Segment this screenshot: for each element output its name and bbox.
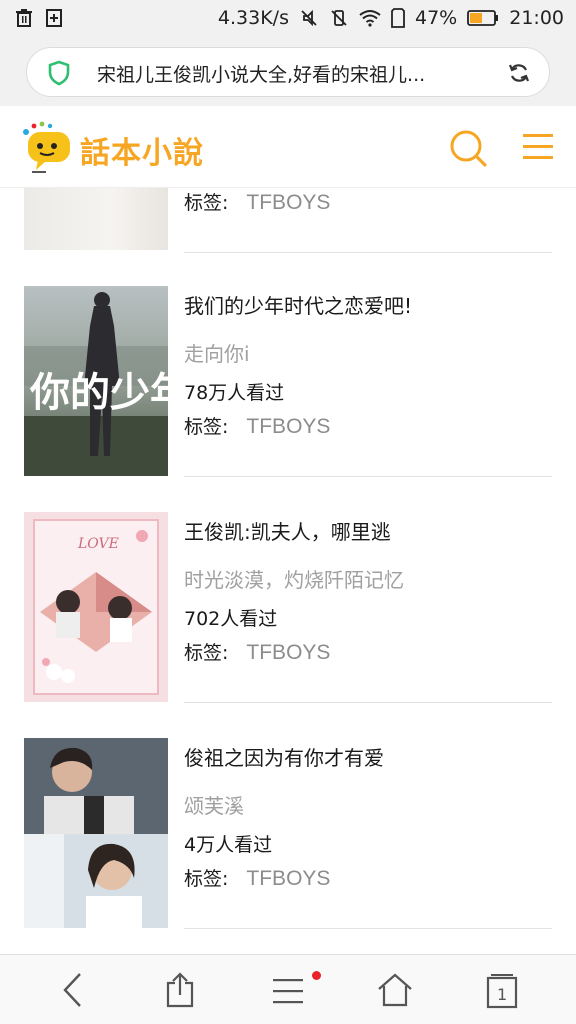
url-text[interactable]: 宋祖儿王俊凯小说大全,好看的宋祖儿... <box>97 60 497 87</box>
search-icon[interactable] <box>448 128 488 172</box>
novel-title[interactable]: 俊祖之因为有你才有爱 <box>184 742 384 771</box>
logo-text: 話本小說 <box>80 136 204 171</box>
clock: 21:00 <box>509 7 564 29</box>
tag-value[interactable]: TFBOYS <box>246 415 330 438</box>
reload-icon[interactable] <box>507 61 531 89</box>
trash-icon <box>14 8 34 28</box>
tag-row: 标签: TFBOYS <box>184 412 330 439</box>
site-header: 話本小說 <box>0 106 576 188</box>
view-count: 78万人看过 <box>184 382 285 404</box>
status-bar: 4.33K/s 47% 21:00 <box>0 0 576 38</box>
book-cover[interactable]: LOVE <box>24 512 168 702</box>
book-cover[interactable] <box>24 738 168 928</box>
tag-label: 标签: <box>184 642 229 664</box>
list-item[interactable]: 标签: TFBOYS <box>0 188 576 254</box>
tag-row: 标签: TFBOYS <box>184 188 330 215</box>
book-cover[interactable] <box>24 188 168 250</box>
cover-title-text: 你的少年时 <box>29 369 168 416</box>
mute-icon <box>299 8 319 28</box>
list-item[interactable]: 俊祖之因为有你才有爱 颂芙溪 4万人看过 标签: TFBOYS <box>0 738 576 954</box>
menu-icon[interactable] <box>271 971 305 1013</box>
tag-row: 标签: TFBOYS <box>184 638 330 665</box>
cover-love-text: LOVE <box>77 536 119 552</box>
book-cover[interactable]: 你的少年时 <box>24 286 168 476</box>
divider <box>184 928 552 929</box>
logo-bubble-icon <box>23 121 70 173</box>
tabs-count: 1 <box>497 985 507 1004</box>
browser-toolbar: 宋祖儿王俊凯小说大全,好看的宋祖儿... <box>0 38 576 106</box>
novel-author[interactable]: 走向你i <box>184 338 250 367</box>
shield-icon <box>47 60 71 90</box>
divider <box>184 252 552 253</box>
battery-icon <box>467 9 499 27</box>
tag-label: 标签: <box>184 416 229 438</box>
site-logo[interactable]: 話本小說 <box>18 118 208 178</box>
notification-dot <box>312 971 321 980</box>
home-icon[interactable] <box>376 971 414 1013</box>
browser-bottom-nav: 1 <box>0 954 576 1024</box>
network-speed: 4.33K/s <box>217 7 289 29</box>
tag-label: 标签: <box>184 192 229 214</box>
tag-label: 标签: <box>184 868 229 890</box>
tag-value[interactable]: TFBOYS <box>246 641 330 664</box>
novel-author[interactable]: 时光淡漠，灼烧阡陌记忆 <box>184 564 404 593</box>
sim-icon <box>391 8 405 28</box>
tag-value[interactable]: TFBOYS <box>246 867 330 890</box>
no-vibrate-icon <box>329 8 349 28</box>
add-note-icon <box>44 8 64 28</box>
tag-value[interactable]: TFBOYS <box>246 191 330 214</box>
share-icon[interactable] <box>164 971 196 1013</box>
novel-author[interactable]: 颂芙溪 <box>184 790 244 819</box>
menu-icon[interactable] <box>521 132 555 166</box>
novel-list: 标签:TFBOYS 你的少年时 我们的少 <box>0 188 576 954</box>
divider <box>184 476 552 477</box>
battery-percent: 47% <box>415 7 458 29</box>
address-bar[interactable]: 宋祖儿王俊凯小说大全,好看的宋祖儿... <box>26 47 550 97</box>
view-count: 4万人看过 <box>184 834 273 856</box>
back-icon[interactable] <box>60 971 86 1013</box>
novel-title[interactable]: 王俊凯:凯夫人，哪里逃 <box>184 516 391 545</box>
view-count: 702人看过 <box>184 608 278 630</box>
divider <box>184 702 552 703</box>
tabs-icon[interactable]: 1 <box>486 971 518 1013</box>
list-item[interactable]: LOVE 王俊凯:凯夫人，哪里逃 时光淡漠，灼烧阡陌记忆 702人看过 标签: T… <box>0 512 576 738</box>
wifi-icon <box>359 9 381 27</box>
tag-row: 标签: TFBOYS <box>184 864 330 891</box>
list-item[interactable]: 你的少年时 我们的少年时代之恋爱吧! 走向你i 78万人看过 标签: TFBOYS <box>0 286 576 512</box>
novel-title[interactable]: 我们的少年时代之恋爱吧! <box>184 290 412 319</box>
